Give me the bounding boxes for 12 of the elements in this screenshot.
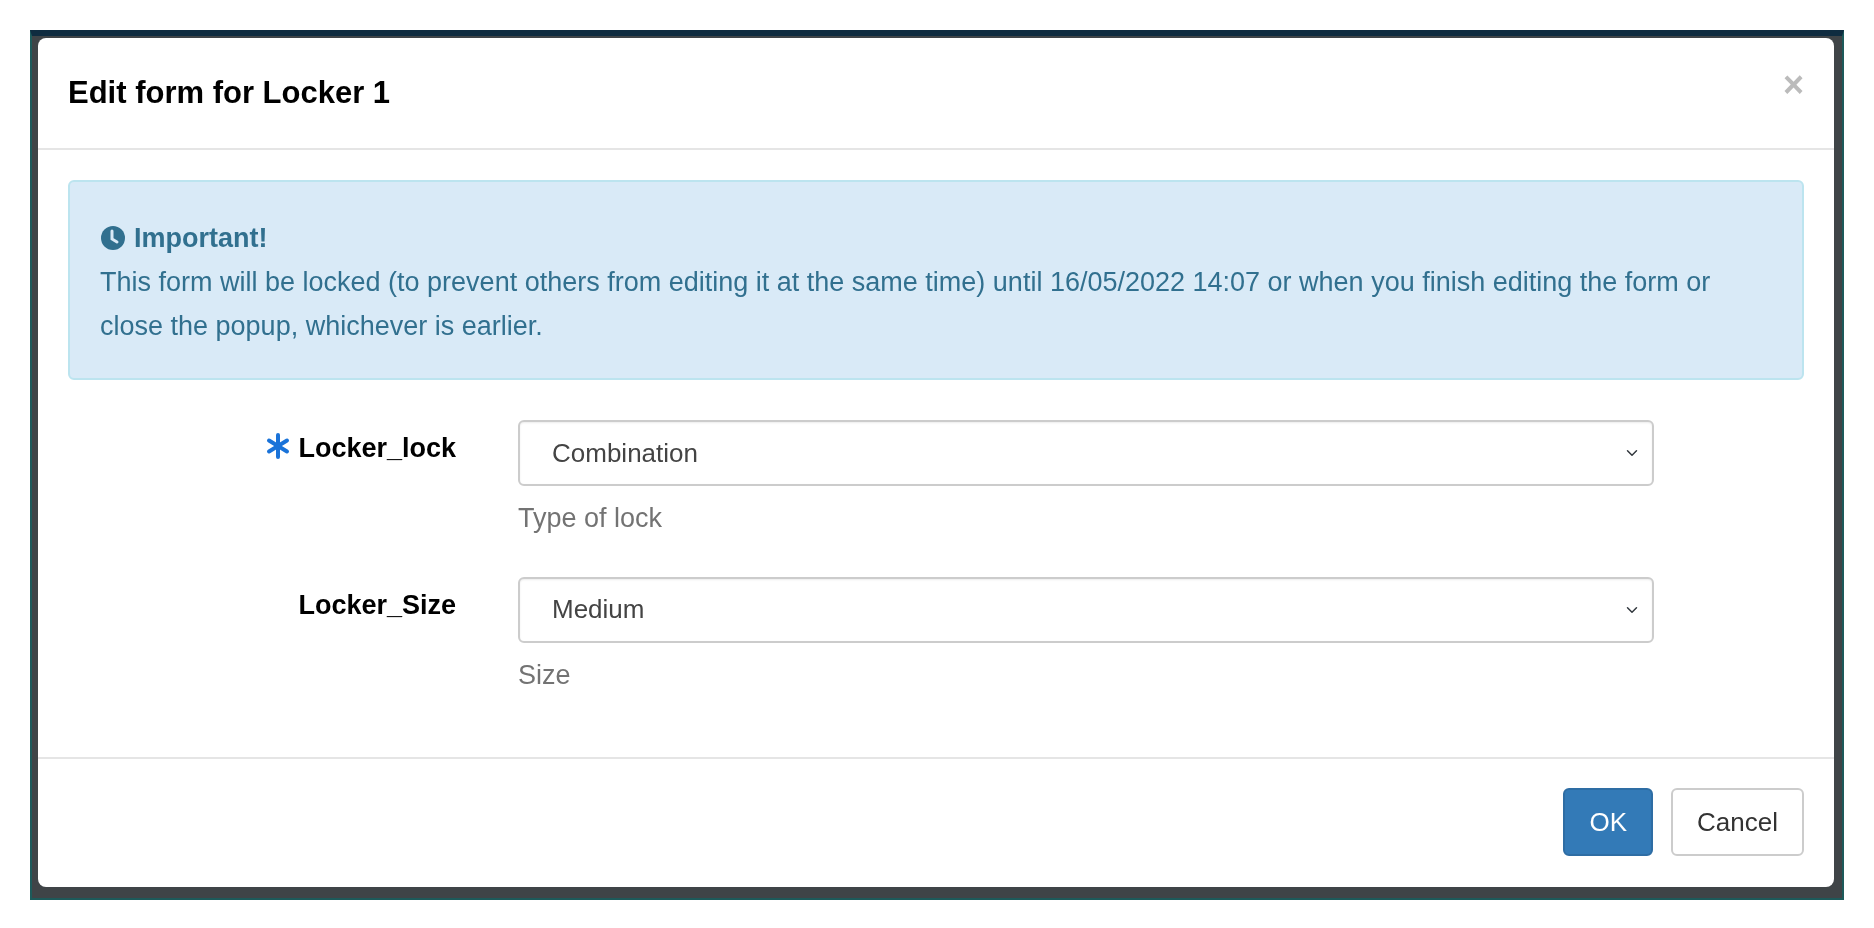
- cancel-button[interactable]: Cancel: [1671, 788, 1804, 856]
- ok-button[interactable]: OK: [1563, 788, 1654, 856]
- clock-icon: [100, 225, 126, 251]
- field-label: Locker_lock: [298, 432, 456, 465]
- modal-title: Edit form for Locker 1: [68, 74, 391, 112]
- dropdown-field[interactable]: Combination: [518, 420, 1654, 486]
- help-text: Size: [518, 658, 572, 692]
- alert-text: This form will be locked (to prevent others from editing it at the same time) until 16/05/2022 14:07 or when you finish editing the form or close the popup, whichever is earlier.: [100, 266, 1712, 343]
- alert-heading: Important!: [134, 222, 268, 255]
- dropdown-field[interactable]: Medium: [518, 576, 1654, 643]
- field-label: Locker_Size: [298, 588, 456, 622]
- help-text: Type of lock: [518, 502, 664, 535]
